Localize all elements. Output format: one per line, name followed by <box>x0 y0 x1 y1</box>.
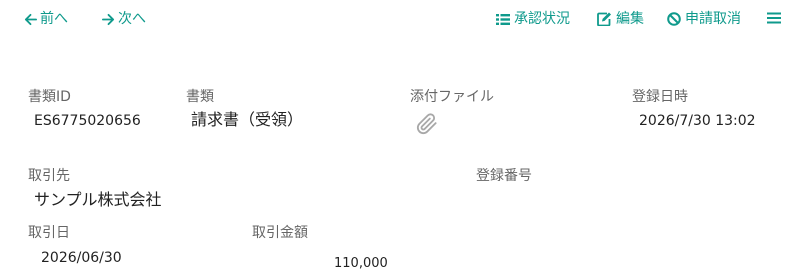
cancel-request-button[interactable]: 申請取消 <box>667 10 741 28</box>
transaction-amount-value: 110,000 <box>334 256 388 271</box>
list-icon <box>496 13 510 25</box>
transaction-date-value: 2026/06/30 <box>41 250 122 266</box>
arrow-right-icon <box>102 13 115 25</box>
attachment-label: 添付ファイル <box>410 89 494 105</box>
edit-button[interactable]: 編集 <box>597 10 644 28</box>
transaction-amount-label: 取引金額 <box>252 225 308 241</box>
transaction-date-label: 取引日 <box>28 225 70 241</box>
next-label: 次へ <box>118 11 146 27</box>
menu-button[interactable] <box>767 12 781 24</box>
approval-status-label: 承認状況 <box>514 11 570 27</box>
registered-at-value: 2026/7/30 13:02 <box>639 113 756 129</box>
edit-icon <box>597 12 611 26</box>
document-id-label: 書類ID <box>28 89 71 105</box>
attachment-link[interactable] <box>416 113 438 139</box>
next-button[interactable]: 次へ <box>102 10 146 28</box>
toolbar: 前へ 次へ 承認状況 編集 申請取消 <box>0 0 800 40</box>
partner-label: 取引先 <box>28 168 70 184</box>
paperclip-icon <box>416 113 437 135</box>
edit-label: 編集 <box>616 11 644 27</box>
prev-button[interactable]: 前へ <box>24 10 68 28</box>
prev-label: 前へ <box>40 11 68 27</box>
document-type-value: 請求書（受領） <box>191 110 304 129</box>
menu-icon <box>767 12 781 24</box>
ban-icon <box>667 12 681 26</box>
registration-number-label: 登録番号 <box>476 168 532 184</box>
arrow-left-icon <box>24 13 37 25</box>
registered-at-label: 登録日時 <box>632 89 688 105</box>
cancel-request-label: 申請取消 <box>685 11 741 27</box>
document-id-value: ES6775020656 <box>34 113 141 129</box>
partner-value: サンプル株式会社 <box>34 190 162 209</box>
document-type-label: 書類 <box>186 89 214 105</box>
approval-status-button[interactable]: 承認状況 <box>496 10 570 28</box>
